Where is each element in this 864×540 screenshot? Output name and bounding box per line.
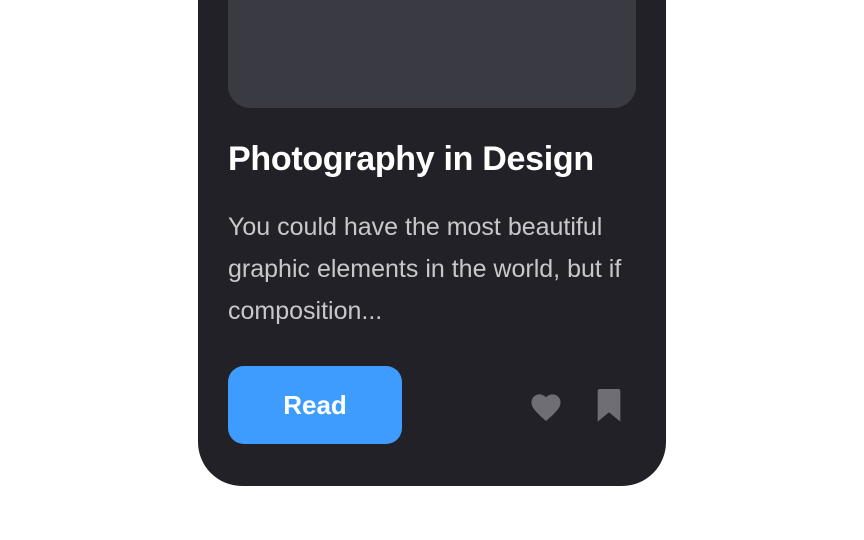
- bookmark-button[interactable]: [589, 386, 629, 426]
- card-title: Photography in Design: [228, 140, 594, 178]
- card-description: You could have the most beautiful graphi…: [228, 213, 622, 325]
- bookmark-icon: [597, 389, 621, 422]
- like-button[interactable]: [526, 386, 566, 426]
- read-button[interactable]: Read: [228, 366, 402, 444]
- heart-icon: [531, 394, 561, 422]
- card-image: [228, 0, 636, 108]
- article-card: Photography in Design You could have the…: [198, 0, 666, 486]
